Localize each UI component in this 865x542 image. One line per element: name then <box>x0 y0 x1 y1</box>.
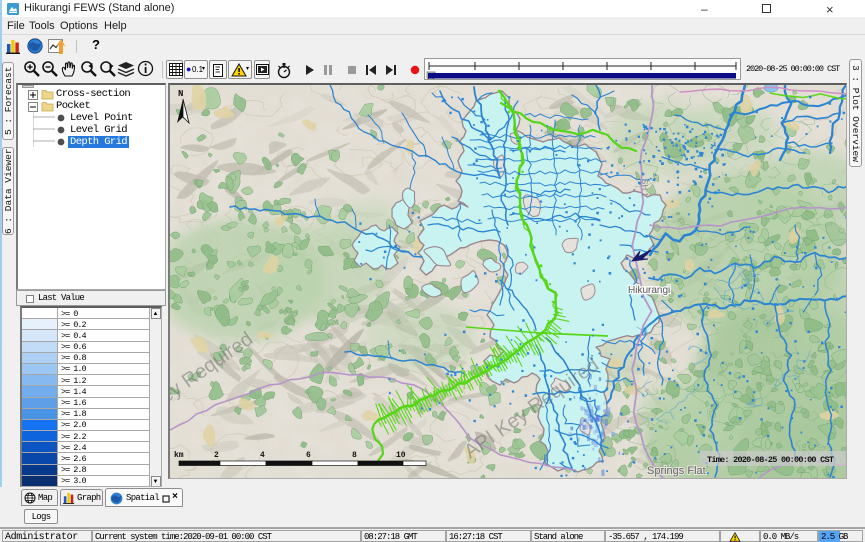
svg-text:Time: 2020-08-25 00:00:00 CST: Time: 2020-08-25 00:00:00 CST <box>707 455 834 465</box>
svg-text:Springs Flat: Springs Flat <box>647 465 706 477</box>
svg-text:8: 8 <box>352 451 357 460</box>
svg-text:Hikurangi: Hikurangi <box>628 285 670 296</box>
svg-text:6: 6 <box>306 451 311 460</box>
svg-text:N: N <box>178 89 183 99</box>
svg-text:10: 10 <box>396 451 406 460</box>
svg-text:km: km <box>174 451 184 460</box>
svg-text:4: 4 <box>260 451 265 460</box>
svg-text:2: 2 <box>214 451 219 460</box>
svg-text:SH 1: SH 1 <box>640 179 649 197</box>
